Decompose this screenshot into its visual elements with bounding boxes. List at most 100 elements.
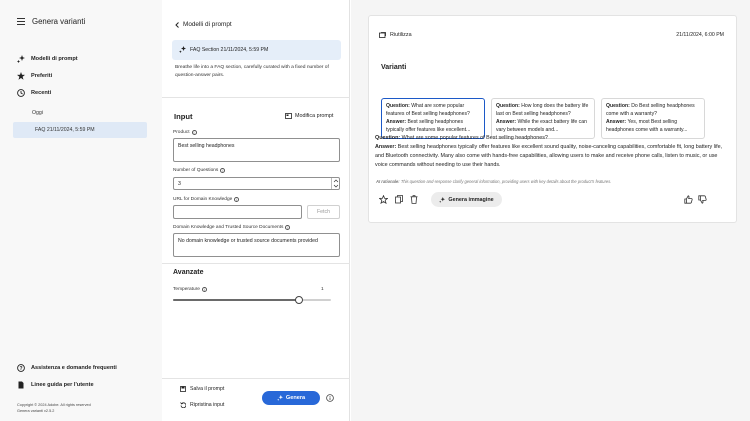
url-label: URL for Domain Knowledge (173, 197, 233, 202)
sidebar-item-label: Preferiti (31, 73, 53, 79)
generate-image-button[interactable]: Genera immagine (431, 192, 502, 207)
domain-textarea[interactable]: No domain knowledge or trusted source do… (173, 233, 340, 257)
fetch-button[interactable]: Fetch (307, 205, 340, 219)
thumbs-up-icon[interactable] (684, 195, 693, 204)
recent-group-label: Oggi (32, 110, 43, 116)
sparkle-icon (179, 46, 186, 53)
advanced-heading: Avanzate (173, 269, 204, 276)
back-label: Modelli di prompt (183, 21, 232, 28)
answer-label: Answer: (606, 119, 627, 125)
product-textarea[interactable]: Best selling headphones (173, 138, 340, 162)
question-label: Question: (386, 103, 410, 109)
variant-question: Question: Do Best selling headphones com… (606, 102, 700, 118)
detail-question: What are some popular features of Best s… (401, 135, 548, 141)
answer-label: Answer: (375, 144, 397, 150)
temperature-slider-fill (173, 299, 300, 301)
temperature-label-row: Temperature i (173, 287, 207, 292)
answer-label: Answer: (496, 119, 517, 125)
url-input[interactable] (173, 205, 302, 219)
sparkle-icon (439, 196, 446, 203)
ai-rationale: AI rationale: This question-and-response… (376, 179, 726, 184)
sidebar-item-prompt-templates[interactable]: Modelli di prompt (17, 55, 78, 63)
thumbs-down-icon[interactable] (698, 195, 707, 204)
rationale-label: AI rationale: (376, 179, 400, 184)
document-icon (17, 381, 25, 389)
help-faq-link[interactable]: ? Assistenza e domande frequenti (17, 364, 117, 372)
reset-icon (180, 402, 186, 408)
domain-label: Domain Knowledge and Trusted Source Docu… (173, 225, 284, 230)
template-description: Breathe life into a FAQ section, careful… (175, 65, 329, 78)
edit-prompt-label: Modifica prompt (295, 113, 334, 119)
variant-card[interactable]: Question: Do Best selling headphones com… (601, 98, 705, 139)
results-panel: Riutilizza 21/11/2024, 6:00 PM Varianti … (351, 0, 750, 421)
back-to-templates-link[interactable]: Modelli di prompt (175, 21, 232, 28)
version-text: Genera varianti v2.5.2 (17, 409, 55, 413)
star-icon (17, 72, 25, 80)
user-guidelines-link[interactable]: Linee guida per l'utente (17, 381, 94, 389)
variant-card[interactable]: Question: What are some popular features… (381, 98, 485, 139)
save-icon (180, 386, 186, 392)
detail-answer: Best selling headphones typically offer … (375, 144, 723, 168)
info-icon[interactable]: i (201, 287, 207, 292)
input-heading: Input (174, 112, 193, 121)
sidebar: Genera varianti Modelli di prompt Prefer… (0, 0, 162, 421)
reset-input-button[interactable]: Ripristina input (180, 402, 224, 408)
copy-icon[interactable] (395, 195, 403, 204)
info-icon[interactable]: i (191, 130, 197, 135)
question-label: Question: (496, 103, 520, 109)
variants-heading: Varianti (381, 64, 407, 71)
info-icon[interactable]: i (220, 168, 226, 173)
result-card: Riutilizza 21/11/2024, 6:00 PM Varianti … (368, 15, 737, 223)
help-icon: ? (17, 364, 25, 372)
sidebar-item-recent[interactable]: Recenti (17, 89, 51, 97)
generate-button[interactable]: Genera (262, 391, 320, 405)
question-label: Question: (606, 103, 630, 109)
template-title-row: FAQ Section 21/11/2024, 5:59 PM (179, 46, 268, 53)
reuse-label: Riutilizza (390, 32, 412, 38)
clock-icon (17, 89, 25, 97)
variant-detail: Question: What are some popular features… (375, 134, 731, 170)
detail-answer-row: Answer: Best selling headphones typicall… (375, 143, 731, 170)
detail-question-row: Question: What are some popular features… (375, 134, 731, 143)
divider (162, 378, 350, 379)
stepper-arrows[interactable] (331, 178, 339, 189)
answer-label: Answer: (386, 119, 407, 125)
divider (162, 263, 350, 264)
question-label: Question: (375, 135, 401, 141)
favorite-star-icon[interactable] (379, 195, 388, 204)
variant-card[interactable]: Question: How long does the battery life… (491, 98, 595, 139)
guidelines-label: Linee guida per l'utente (31, 382, 94, 388)
questions-stepper[interactable]: 3 (173, 177, 340, 190)
hamburger-menu-icon[interactable] (17, 18, 25, 25)
save-prompt-label: Salva il prompt (190, 386, 225, 392)
info-icon[interactable]: i (285, 225, 291, 230)
delete-icon[interactable] (410, 195, 418, 204)
info-icon[interactable]: i (234, 197, 240, 202)
variant-question: Question: How long does the battery life… (496, 102, 590, 118)
variant-answer: Answer: Best selling headphones typicall… (386, 118, 480, 134)
sidebar-item-label: Modelli di prompt (31, 56, 78, 62)
sidebar-item-label: Recenti (31, 90, 52, 96)
temperature-slider-thumb[interactable] (295, 296, 304, 304)
temperature-label: Temperature (173, 287, 200, 292)
edit-prompt-button[interactable]: Modifica prompt (285, 113, 333, 119)
temperature-slider-track[interactable] (173, 296, 331, 304)
reuse-button[interactable]: Riutilizza (379, 32, 412, 38)
domain-value: No domain knowledge or trusted source do… (178, 238, 318, 244)
product-label-row: Product i (173, 130, 197, 135)
sidebar-item-favorites[interactable]: Preferiti (17, 72, 52, 80)
template-title: FAQ Section 21/11/2024, 5:59 PM (190, 46, 269, 53)
domain-label-row: Domain Knowledge and Trusted Source Docu… (173, 225, 291, 230)
help-label: Assistenza e domande frequenti (31, 365, 117, 371)
generate-info-icon[interactable] (326, 394, 334, 402)
variant-answer: Answer: Yes, most Best selling headphone… (606, 118, 700, 134)
chevron-left-icon (175, 21, 179, 28)
result-timestamp: 21/11/2024, 6:00 PM (676, 32, 724, 38)
divider (162, 97, 350, 98)
url-label-row: URL for Domain Knowledge i (173, 197, 240, 202)
save-prompt-button[interactable]: Salva il prompt (180, 386, 224, 392)
generate-image-label: Genera immagine (448, 196, 494, 203)
copyright-text: Copyright © 2024 Adobe. All rights reser… (17, 403, 91, 407)
prompt-form-panel: Modelli di prompt FAQ Section 21/11/2024… (162, 0, 350, 421)
recent-item-label: FAQ 21/11/2024, 5:59 PM (35, 127, 95, 133)
